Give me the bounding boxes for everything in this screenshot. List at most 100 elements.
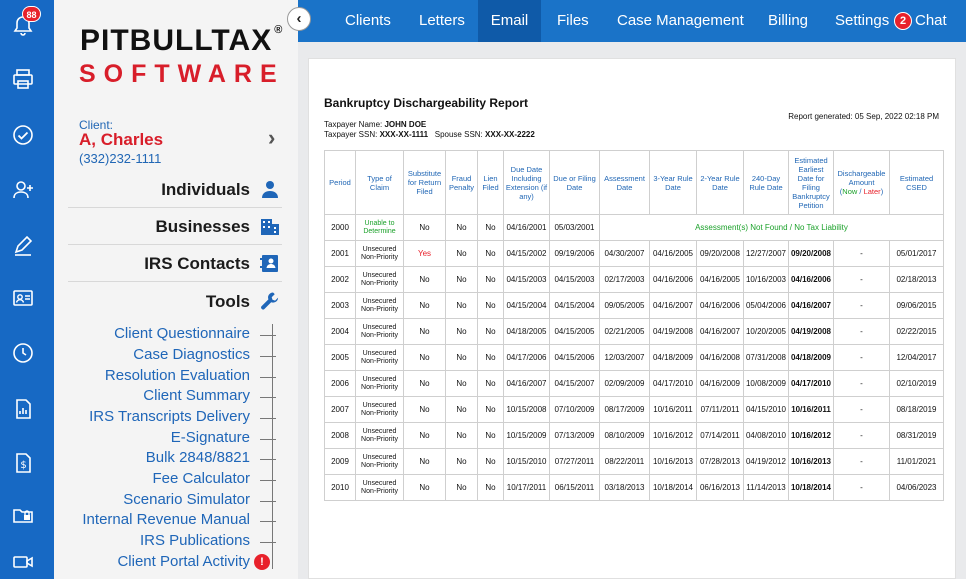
add-user-icon[interactable] [11, 178, 35, 202]
nav-billing[interactable]: Billing [768, 0, 808, 42]
tree-tick [260, 439, 276, 440]
report-generated: Report generated: 05 Sep, 2022 02:18 PM [788, 112, 939, 121]
tool-client-questionnaire[interactable]: Client Questionnaire [114, 325, 250, 342]
section-businesses[interactable]: Businesses [68, 208, 282, 245]
tree-tick [260, 397, 276, 398]
tool-e-signature[interactable]: E-Signature [171, 429, 250, 446]
cell-assessment-date: 02/21/2005 [599, 318, 650, 345]
cell-240day-date: 10/20/2005 [743, 318, 789, 345]
id-card-icon[interactable] [11, 286, 35, 310]
nav-clients[interactable]: Clients [345, 0, 391, 42]
ssn-line: Taxpayer SSN: XXX-XX-1111 Spouse SSN: XX… [324, 130, 535, 139]
cell-period: 2000 [324, 214, 356, 241]
cell-filing-date: 07/27/2011 [549, 448, 600, 475]
check-circle-icon[interactable] [11, 123, 35, 147]
tool-client-summary[interactable]: Client Summary [143, 387, 250, 404]
video-icon[interactable] [11, 550, 35, 574]
cell-dischargeable: - [833, 344, 890, 371]
nav-settings[interactable]: Settings [835, 0, 889, 42]
cell-assessment-date: 04/30/2007 [599, 240, 650, 267]
nav-files[interactable]: Files [557, 0, 589, 42]
clock-icon[interactable] [11, 341, 35, 365]
cell-dischargeable: - [833, 448, 890, 475]
section-individuals[interactable]: Individuals [68, 171, 282, 208]
cell-sfr: No [403, 266, 446, 293]
cell-due-date: 10/15/2008 [503, 396, 550, 423]
tool-scenario-simulator[interactable]: Scenario Simulator [123, 491, 250, 508]
tool-client-portal-activity[interactable]: Client Portal Activity! [117, 553, 270, 571]
chat-label: Chat [915, 12, 947, 29]
cell-fraud: No [445, 266, 478, 293]
cell-3yr-date: 04/18/2009 [649, 344, 697, 371]
cell-2yr-date: 09/20/2008 [696, 240, 744, 267]
tool-resolution-evaluation[interactable]: Resolution Evaluation [105, 367, 250, 384]
table-row: 2009 Unsecured Non-Priority No No No 10/15/20… [324, 448, 944, 475]
cell-earliest-date: 10/16/2013 [788, 448, 834, 475]
cell-due-date: 04/15/2002 [503, 240, 550, 267]
wrench-icon [260, 291, 280, 311]
cell-claim-type: Unsecured Non-Priority [355, 422, 404, 449]
main-content: Bankruptcy Dischargeability Report Taxpa… [298, 42, 966, 579]
cell-fraud: No [445, 370, 478, 397]
cell-dischargeable: - [833, 422, 890, 449]
tree-tick [260, 356, 276, 357]
cell-dischargeable: - [833, 292, 890, 319]
collapse-sidebar-button[interactable]: ‹ [287, 7, 311, 31]
cell-3yr-date: 10/16/2012 [649, 422, 697, 449]
tool-fee-calculator[interactable]: Fee Calculator [152, 470, 250, 487]
column-header: Fraud Penalty [445, 150, 478, 215]
spouse-ssn: XXX-XX-2222 [485, 130, 535, 139]
chat-badge: 2 [894, 12, 912, 30]
tools-tree-line [272, 324, 273, 569]
client-name[interactable]: A, Charles [79, 130, 163, 150]
chevron-right-icon[interactable]: › [268, 125, 275, 151]
cell-fraud: No [445, 318, 478, 345]
cell-lien: No [477, 396, 504, 423]
report-document-icon[interactable] [11, 397, 35, 421]
cell-dischargeable: - [833, 370, 890, 397]
cell-period: 2009 [324, 448, 356, 475]
nav-case-management[interactable]: Case Management [617, 0, 744, 42]
cell-lien: No [477, 474, 504, 501]
cell-csed: 12/04/2017 [889, 344, 944, 371]
table-row: 2001 Unsecured Non-Priority Yes No No 04/15/2… [324, 240, 944, 267]
nav-email[interactable]: Email [478, 0, 541, 42]
cell-2yr-date: 07/28/2013 [696, 448, 744, 475]
table-row: 2004 Unsecured Non-Priority No No No 04/18/20… [324, 318, 944, 345]
tree-tick [260, 459, 276, 460]
cell-period: 2007 [324, 396, 356, 423]
nav-letters[interactable]: Letters [419, 0, 465, 42]
invoice-icon[interactable]: $ [11, 451, 35, 475]
table-row: 2008 Unsecured Non-Priority No No No 10/15/20… [324, 422, 944, 449]
table-header-row: Period Type of Claim Substitute for Retu… [324, 150, 944, 215]
table-row: 2010 Unsecured Non-Priority No No No 10/17/20… [324, 474, 944, 501]
secure-folder-icon[interactable] [11, 503, 35, 527]
cell-fraud: No [445, 214, 478, 241]
edit-icon[interactable] [11, 233, 35, 257]
cell-period: 2004 [324, 318, 356, 345]
tool-irs-publications[interactable]: IRS Publications [140, 532, 250, 549]
cell-csed: 05/01/2017 [889, 240, 944, 267]
tool-internal-revenue-manual[interactable]: Internal Revenue Manual [82, 511, 250, 528]
column-header-text: Dischargeable Amount [837, 169, 886, 187]
registered-mark: ® [274, 24, 284, 36]
tree-tick [260, 335, 276, 336]
cell-due-date: 04/16/2001 [503, 214, 550, 241]
tool-bulk-2848-8821[interactable]: Bulk 2848/8821 [146, 449, 250, 466]
taxpayer-ssn: XXX-XX-1111 [379, 130, 429, 139]
column-header: Due Date Including Extension (if any) [503, 150, 550, 215]
tool-irs-transcripts-delivery[interactable]: IRS Transcripts Delivery [89, 408, 250, 425]
section-irs-contacts[interactable]: IRS Contacts [68, 245, 282, 282]
cell-csed: 08/31/2019 [889, 422, 944, 449]
cell-2yr-date: 04/16/2008 [696, 344, 744, 371]
cell-filing-date: 09/19/2006 [549, 240, 600, 267]
printer-icon[interactable] [11, 67, 35, 91]
section-tools[interactable]: Tools [68, 283, 282, 320]
nav-chat[interactable]: 2 Chat [894, 0, 947, 42]
column-header: Lien Filed [477, 150, 504, 215]
tool-case-diagnostics[interactable]: Case Diagnostics [133, 346, 250, 363]
cell-earliest-date: 10/16/2011 [788, 396, 834, 423]
notification-badge[interactable]: 88 [22, 6, 41, 22]
table-row: 2002 Unsecured Non-Priority No No No 04/15/20… [324, 266, 944, 293]
cell-240day-date: 04/15/2010 [743, 396, 789, 423]
